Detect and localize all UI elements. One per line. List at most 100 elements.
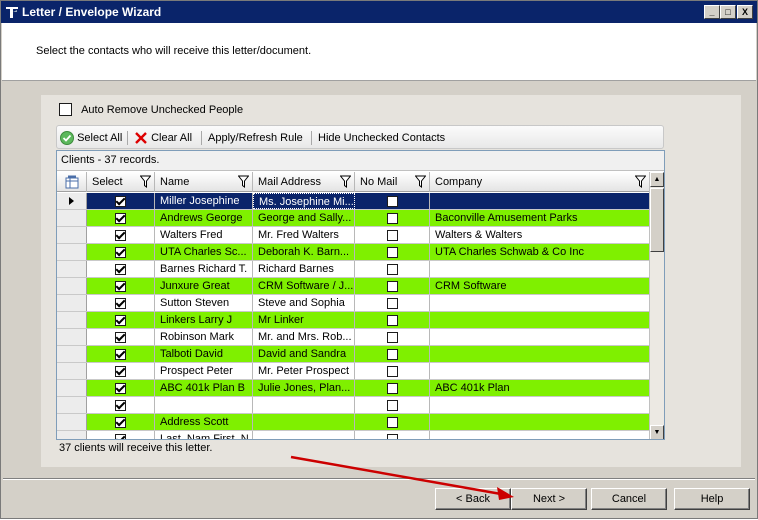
- back-button[interactable]: < Back: [435, 488, 511, 510]
- row-indicator[interactable]: [57, 261, 87, 277]
- clear-all-button[interactable]: Clear All: [134, 130, 192, 146]
- table-row[interactable]: Miller Josephine Ms. Josephine Mi...: [57, 193, 649, 210]
- table-row[interactable]: Robinson Mark Mr. and Mrs. Rob...: [57, 329, 649, 346]
- select-checkbox[interactable]: [115, 349, 126, 361]
- row-indicator[interactable]: [57, 295, 87, 311]
- table-row[interactable]: Talboti David David and Sandra: [57, 346, 649, 363]
- filter-icon[interactable]: [238, 175, 249, 188]
- company-cell[interactable]: [430, 295, 649, 311]
- row-indicator[interactable]: [57, 414, 87, 430]
- no-mail-checkbox[interactable]: [386, 247, 398, 259]
- company-cell[interactable]: [430, 397, 649, 413]
- name-cell[interactable]: Prospect Peter: [155, 363, 253, 379]
- scroll-up-icon[interactable]: ▲: [650, 172, 664, 187]
- no-mail-checkbox[interactable]: [386, 264, 398, 276]
- mail-address-cell[interactable]: Deborah K. Barn...: [253, 244, 355, 260]
- select-checkbox[interactable]: [115, 230, 126, 242]
- table-row[interactable]: ABC 401k Plan B Julie Jones, Plan... ABC 4…: [57, 380, 649, 397]
- select-checkbox[interactable]: [115, 332, 126, 344]
- company-cell[interactable]: [430, 346, 649, 362]
- name-cell[interactable]: Miller Josephine: [155, 193, 253, 209]
- mail-address-cell[interactable]: George and Sally...: [253, 210, 355, 226]
- company-cell[interactable]: [430, 363, 649, 379]
- auto-remove-option[interactable]: Auto Remove Unchecked People: [59, 103, 243, 116]
- company-cell[interactable]: [430, 414, 649, 430]
- company-cell[interactable]: Baconville Amusement Parks: [430, 210, 649, 226]
- no-mail-checkbox[interactable]: [386, 349, 398, 361]
- table-row[interactable]: Andrews George George and Sally... Baconvi…: [57, 210, 649, 227]
- scroll-down-icon[interactable]: ▼: [650, 425, 664, 439]
- row-indicator[interactable]: [57, 227, 87, 243]
- select-checkbox[interactable]: [115, 400, 126, 412]
- no-mail-checkbox[interactable]: [386, 366, 398, 378]
- column-header-name[interactable]: Name: [155, 172, 253, 192]
- table-row[interactable]: Barnes Richard T. Richard Barnes: [57, 261, 649, 278]
- select-all-button[interactable]: Select All: [60, 130, 122, 146]
- select-checkbox[interactable]: [115, 213, 126, 225]
- select-checkbox[interactable]: [115, 281, 126, 293]
- select-checkbox[interactable]: [115, 315, 126, 327]
- name-cell[interactable]: Walters Fred: [155, 227, 253, 243]
- select-checkbox[interactable]: [115, 247, 126, 259]
- name-cell[interactable]: UTA Charles Sc...: [155, 244, 253, 260]
- row-indicator[interactable]: [57, 210, 87, 226]
- table-row[interactable]: Linkers Larry J Mr Linker: [57, 312, 649, 329]
- filter-icon[interactable]: [140, 175, 151, 188]
- company-cell[interactable]: [430, 261, 649, 277]
- no-mail-checkbox[interactable]: [386, 315, 398, 327]
- no-mail-checkbox[interactable]: [386, 434, 398, 439]
- row-indicator[interactable]: [57, 346, 87, 362]
- company-cell[interactable]: CRM Software: [430, 278, 649, 294]
- apply-refresh-rule-button[interactable]: Apply/Refresh Rule: [208, 130, 303, 146]
- mail-address-cell[interactable]: Steve and Sophia: [253, 295, 355, 311]
- mail-address-cell[interactable]: Mr. and Mrs. Rob...: [253, 329, 355, 345]
- mail-address-cell[interactable]: Richard Barnes: [253, 261, 355, 277]
- help-button[interactable]: Help: [674, 488, 750, 510]
- hide-unchecked-button[interactable]: Hide Unchecked Contacts: [318, 130, 445, 146]
- filter-icon[interactable]: [415, 175, 426, 188]
- cancel-button[interactable]: Cancel: [591, 488, 667, 510]
- no-mail-checkbox[interactable]: [386, 332, 398, 344]
- name-cell[interactable]: ABC 401k Plan B: [155, 380, 253, 396]
- select-checkbox[interactable]: [115, 264, 126, 276]
- table-row[interactable]: Walters Fred Mr. Fred Walters Walters & Wa…: [57, 227, 649, 244]
- select-checkbox[interactable]: [115, 196, 126, 208]
- table-row[interactable]: [57, 397, 649, 414]
- filter-icon[interactable]: [340, 175, 351, 188]
- column-header-company[interactable]: Company: [430, 172, 649, 192]
- next-button[interactable]: Next >: [511, 488, 587, 510]
- table-row[interactable]: Junxure Great CRM Software / J... CRM Soft…: [57, 278, 649, 295]
- row-indicator[interactable]: [57, 312, 87, 328]
- row-indicator[interactable]: [57, 244, 87, 260]
- name-cell[interactable]: Talboti David: [155, 346, 253, 362]
- no-mail-checkbox[interactable]: [386, 400, 398, 412]
- filter-icon[interactable]: [635, 175, 646, 188]
- select-checkbox[interactable]: [115, 383, 126, 395]
- no-mail-checkbox[interactable]: [386, 230, 398, 242]
- no-mail-checkbox[interactable]: [386, 417, 398, 429]
- mail-address-cell[interactable]: Mr. Peter Prospect: [253, 363, 355, 379]
- no-mail-checkbox[interactable]: [386, 383, 398, 395]
- title-bar[interactable]: Letter / Envelope Wizard _ □ X: [1, 1, 757, 23]
- name-cell[interactable]: Last_Nam First_N...: [155, 431, 253, 439]
- company-cell[interactable]: [430, 193, 649, 209]
- column-header-select[interactable]: Select: [87, 172, 155, 192]
- column-header-no-mail[interactable]: No Mail: [355, 172, 430, 192]
- select-checkbox[interactable]: [115, 417, 126, 429]
- mail-address-cell[interactable]: David and Sandra: [253, 346, 355, 362]
- mail-address-cell[interactable]: Mr. Fred Walters: [253, 227, 355, 243]
- no-mail-checkbox[interactable]: [386, 281, 398, 293]
- select-checkbox[interactable]: [115, 434, 126, 439]
- mail-address-cell[interactable]: Ms. Josephine Mi...: [253, 193, 355, 209]
- row-indicator[interactable]: [57, 431, 87, 439]
- company-cell[interactable]: [430, 431, 649, 439]
- vertical-scrollbar[interactable]: ▲ ▼: [649, 172, 664, 439]
- company-cell[interactable]: [430, 312, 649, 328]
- table-row[interactable]: Prospect Peter Mr. Peter Prospect: [57, 363, 649, 380]
- mail-address-cell[interactable]: Mr Linker: [253, 312, 355, 328]
- table-row[interactable]: Address Scott: [57, 414, 649, 431]
- name-cell[interactable]: Sutton Steven: [155, 295, 253, 311]
- mail-address-cell[interactable]: [253, 414, 355, 430]
- table-row[interactable]: UTA Charles Sc... Deborah K. Barn... UTA C…: [57, 244, 649, 261]
- auto-remove-checkbox[interactable]: [59, 103, 72, 116]
